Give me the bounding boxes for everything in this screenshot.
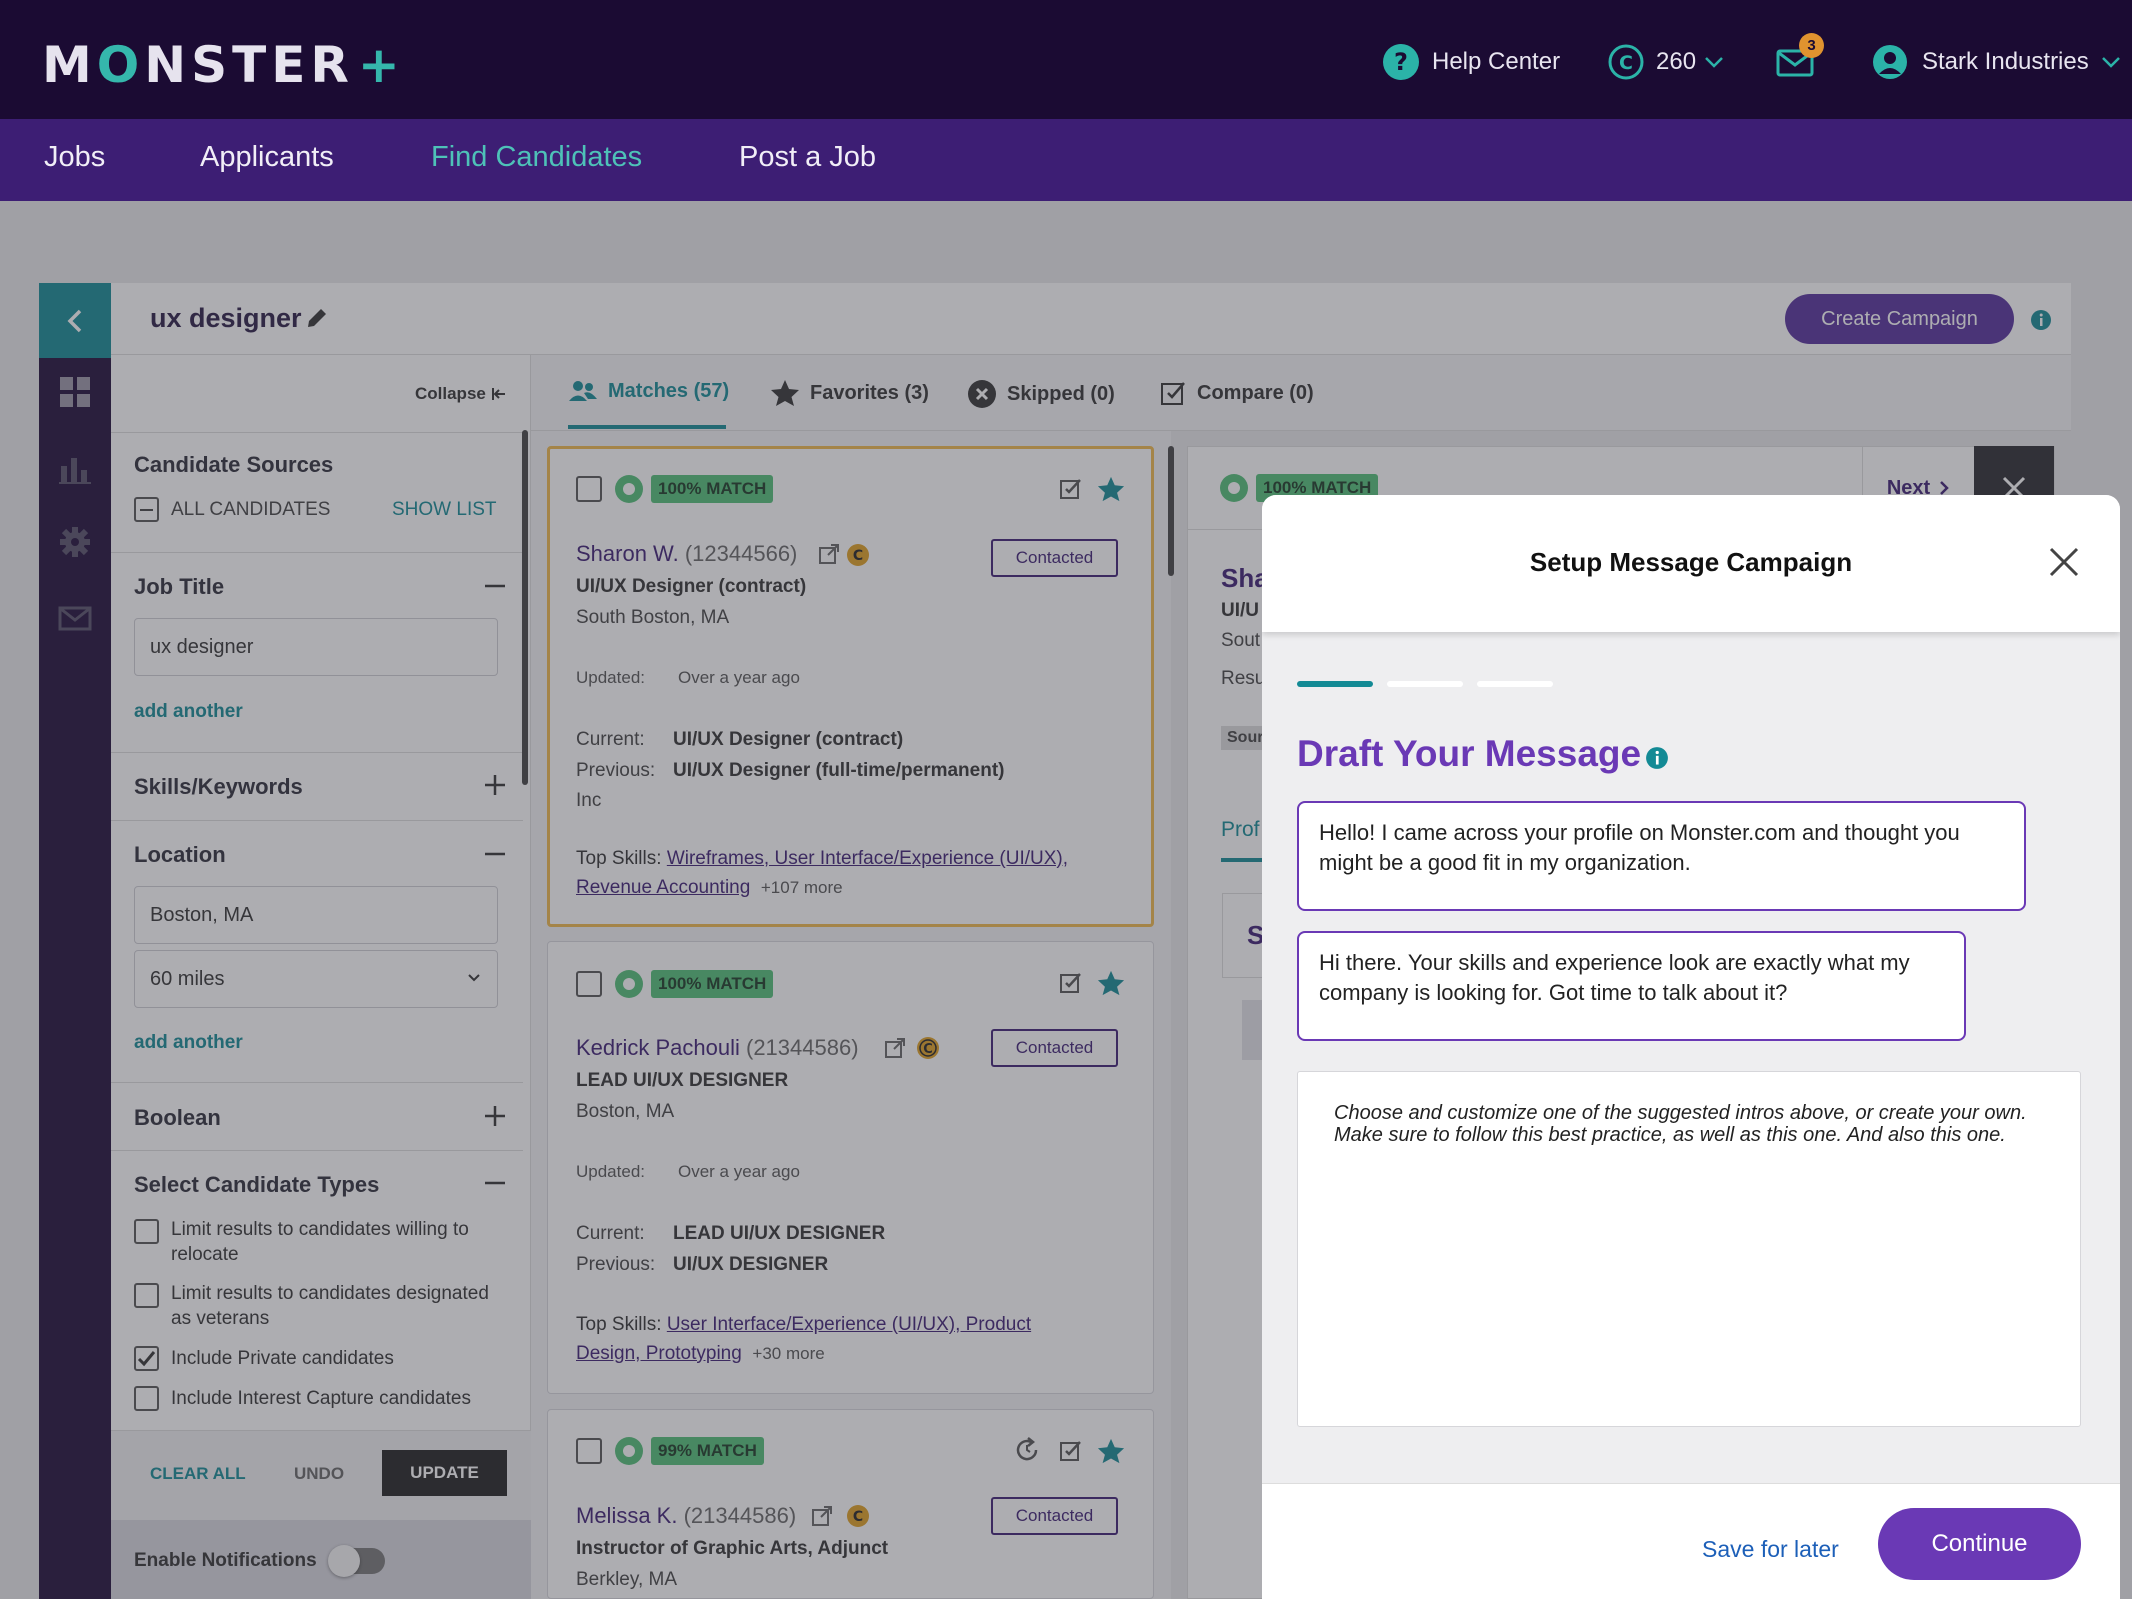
- nav-find-candidates[interactable]: Find Candidates: [431, 141, 642, 174]
- step-indicator-active: [1297, 681, 1373, 687]
- save-for-later-link[interactable]: Save for later: [1702, 1536, 1839, 1563]
- credits-dropdown[interactable]: C 260: [1608, 40, 1724, 84]
- modal-footer: Save for later Continue: [1262, 1483, 2120, 1599]
- step-indicator: [1387, 681, 1463, 687]
- user-icon: [1872, 44, 1908, 80]
- message-textarea[interactable]: Choose and customize one of the suggeste…: [1297, 1071, 2081, 1427]
- draft-message-title: Draft Your Message: [1297, 733, 1642, 774]
- help-center-link[interactable]: ? Help Center: [1382, 40, 1560, 84]
- nav-applicants[interactable]: Applicants: [200, 141, 334, 174]
- modal-title: Setup Message Campaign: [1529, 547, 1853, 577]
- close-icon[interactable]: [2047, 545, 2081, 579]
- continue-button[interactable]: Continue: [1878, 1508, 2081, 1580]
- monster-logo[interactable]: MONSTER+: [42, 36, 405, 94]
- mail-badge: 3: [1799, 33, 1824, 58]
- help-center-label: Help Center: [1432, 48, 1561, 75]
- suggested-intro-2[interactable]: Hi there. Your skills and experience loo…: [1297, 931, 1966, 1041]
- step-indicator: [1477, 681, 1553, 687]
- svg-text:C: C: [1619, 52, 1633, 74]
- svg-text:?: ?: [1394, 48, 1408, 76]
- account-dropdown[interactable]: Stark Industries: [1872, 40, 2121, 84]
- credits-count: 260: [1656, 48, 1697, 75]
- chevron-down-icon: [1704, 55, 1724, 69]
- setup-campaign-modal: Setup Message Campaign Draft Your Messag…: [1262, 495, 2120, 1599]
- info-icon[interactable]: [1645, 746, 1669, 770]
- nav-post-job[interactable]: Post a Job: [739, 141, 876, 174]
- nav-jobs[interactable]: Jobs: [44, 141, 105, 174]
- company-name: Stark Industries: [1922, 48, 2089, 75]
- credits-icon: C: [1608, 44, 1644, 80]
- help-icon: ?: [1382, 43, 1420, 81]
- chevron-down-icon: [2101, 55, 2121, 69]
- suggested-intro-1[interactable]: Hello! I came across your profile on Mon…: [1297, 801, 2026, 911]
